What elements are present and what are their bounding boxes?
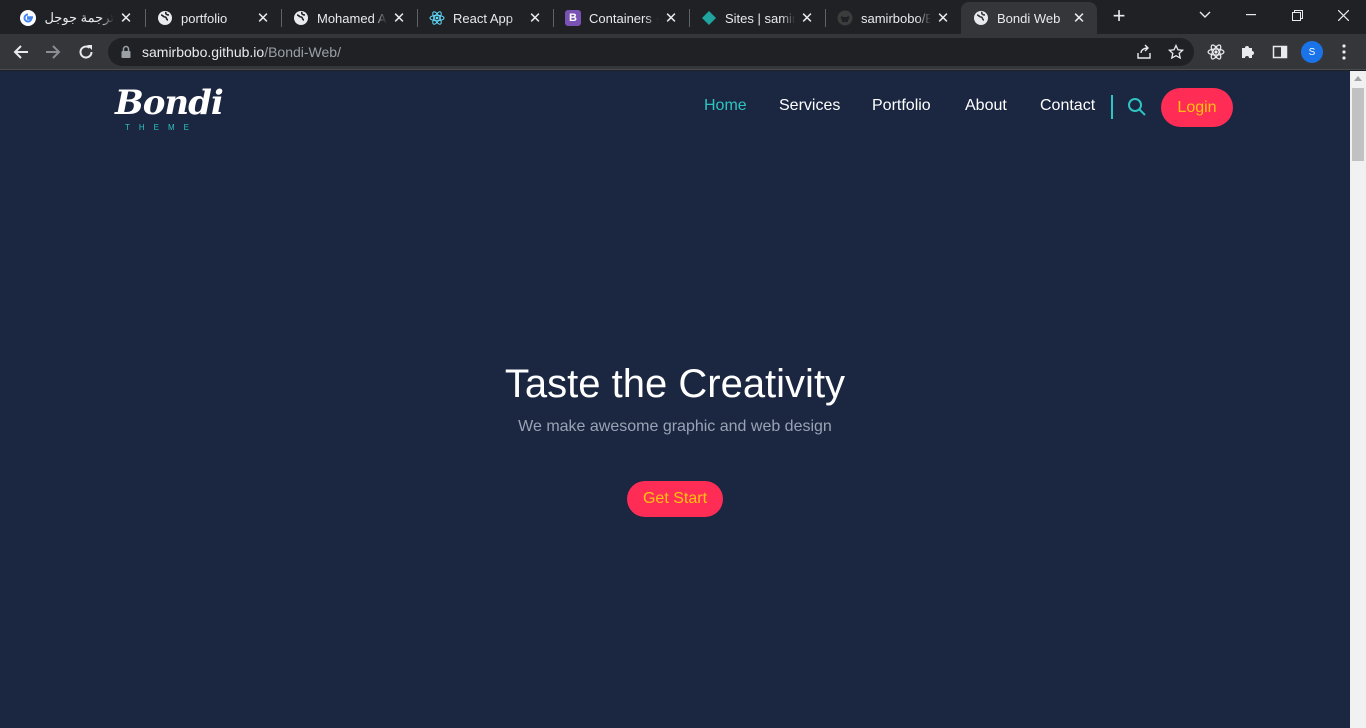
browser-tab-portfolio[interactable]: portfolio ✕: [145, 2, 281, 34]
logo-wordmark: Bondi: [115, 83, 224, 123]
url-text: samirbobo.github.io/Bondi-Web/: [142, 44, 341, 60]
close-icon[interactable]: ✕: [799, 10, 815, 27]
tab-title: Sites | samirb: [725, 10, 795, 26]
close-icon[interactable]: ✕: [118, 10, 134, 27]
profile-avatar[interactable]: S: [1301, 41, 1323, 63]
globe-icon: [157, 10, 173, 26]
forward-button[interactable]: [41, 40, 65, 64]
close-icon[interactable]: ✕: [527, 10, 543, 27]
share-icon: [1137, 44, 1151, 59]
star-icon: [1168, 44, 1184, 60]
lock-icon: [121, 45, 131, 58]
browser-tab-mohamed[interactable]: Mohamed At ✕: [281, 2, 417, 34]
get-start-button[interactable]: Get Start: [627, 481, 723, 517]
react-icon: [1207, 44, 1225, 60]
react-icon: [429, 10, 445, 26]
tab-title: Bondi Web: [997, 10, 1061, 26]
logo-subtitle: THEME: [125, 123, 198, 132]
scroll-up-arrow-icon[interactable]: [1354, 76, 1362, 81]
browser-tab-bondi-web[interactable]: Bondi Web ✕: [961, 2, 1097, 34]
kebab-menu-icon: [1342, 44, 1346, 60]
back-button[interactable]: [9, 40, 33, 64]
chevron-down-icon: [1199, 11, 1211, 18]
reload-button[interactable]: [74, 40, 98, 64]
page-scrollbar[interactable]: [1350, 71, 1366, 728]
nav-services[interactable]: Services: [779, 94, 840, 118]
tab-title: Mohamed At: [317, 10, 387, 26]
nav-portfolio[interactable]: Portfolio: [872, 94, 931, 118]
arrow-right-icon: [46, 45, 61, 59]
browser-tab-sites[interactable]: Sites | samirb ✕: [689, 2, 825, 34]
nav-divider: [1111, 95, 1113, 119]
tab-title: portfolio: [181, 10, 228, 26]
close-icon[interactable]: ✕: [391, 10, 407, 27]
tab-title: Containers · B: [589, 10, 659, 26]
github-icon: [837, 10, 853, 26]
close-icon[interactable]: ✕: [663, 10, 679, 27]
restore-icon: [1291, 9, 1303, 21]
close-icon[interactable]: ✕: [935, 10, 951, 27]
puzzle-icon: [1242, 46, 1254, 58]
tab-title: samirbobo/Bo: [861, 10, 931, 26]
scrollbar-thumb[interactable]: [1352, 88, 1364, 161]
share-button[interactable]: [1132, 40, 1156, 64]
nav-about[interactable]: About: [965, 94, 1007, 118]
url-path: /Bondi-Web/: [264, 44, 341, 60]
url-host: samirbobo.github.io: [142, 44, 265, 60]
globe-icon: [973, 10, 989, 26]
arrow-left-icon: [13, 45, 28, 59]
close-icon: [1337, 9, 1349, 21]
close-icon[interactable]: ✕: [255, 10, 271, 27]
tab-title: React App: [453, 10, 513, 26]
tab-title: ترجمة جوجل -: [44, 10, 114, 25]
react-devtools-button[interactable]: [1204, 40, 1228, 64]
browser-tab-containers[interactable]: B Containers · B ✕: [553, 2, 689, 34]
search-icon: [1128, 98, 1146, 116]
search-button[interactable]: [1127, 97, 1147, 117]
bookmark-button[interactable]: [1164, 40, 1188, 64]
browser-toolbar: samirbobo.github.io/Bondi-Web/ S: [0, 34, 1366, 70]
bootstrap-icon: B: [565, 10, 581, 26]
nav-home[interactable]: Home: [704, 94, 747, 118]
minimize-button[interactable]: [1228, 0, 1274, 30]
site-logo[interactable]: Bondi THEME: [115, 83, 224, 133]
minimize-icon: [1246, 14, 1256, 16]
login-button[interactable]: Login: [1161, 88, 1233, 127]
netlify-icon: [701, 10, 717, 26]
tab-search-button[interactable]: [1182, 0, 1228, 30]
browser-tab-github[interactable]: samirbobo/Bo ✕: [825, 2, 961, 34]
browser-tab-react-app[interactable]: React App ✕: [417, 2, 553, 34]
address-bar[interactable]: samirbobo.github.io/Bondi-Web/: [108, 38, 1194, 66]
google-icon: [20, 10, 36, 26]
reload-icon: [79, 45, 93, 59]
close-window-button[interactable]: [1320, 0, 1366, 30]
page-viewport: Bondi THEME Home Services Portfolio Abou…: [0, 71, 1350, 728]
nav-contact[interactable]: Contact: [1040, 94, 1095, 118]
hero-title: Taste the Creativity: [504, 362, 846, 406]
side-panel-button[interactable]: [1268, 40, 1292, 64]
side-panel-icon: [1272, 45, 1288, 59]
close-icon[interactable]: ✕: [1071, 10, 1087, 27]
browser-tab-strip: ترجمة جوجل - ✕ portfolio ✕ Mohamed At ✕ …: [0, 0, 1366, 34]
new-tab-button[interactable]: +: [1106, 5, 1132, 29]
browser-tab-google-translate[interactable]: ترجمة جوجل - ✕: [8, 2, 144, 34]
extensions-button[interactable]: [1236, 40, 1260, 64]
globe-icon: [293, 10, 309, 26]
restore-button[interactable]: [1274, 0, 1320, 30]
menu-button[interactable]: [1332, 40, 1356, 64]
hero-subtitle: We make awesome graphic and web design: [518, 418, 832, 435]
